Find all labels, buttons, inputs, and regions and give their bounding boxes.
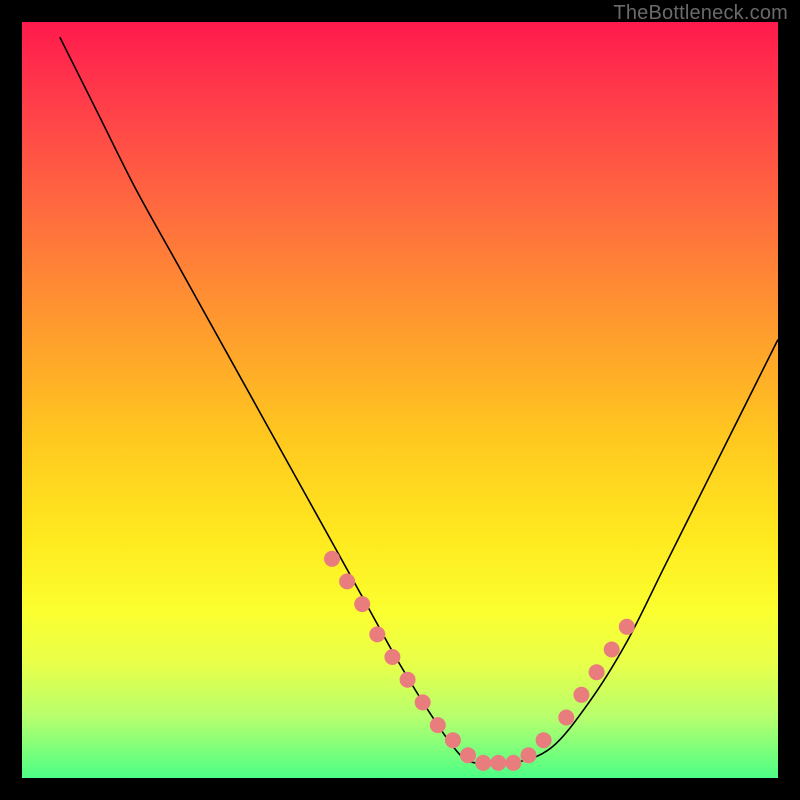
highlight-dot (505, 755, 521, 771)
highlight-dot (558, 710, 574, 726)
highlight-dot (324, 551, 340, 567)
highlight-dot (400, 672, 416, 688)
highlight-dot (430, 717, 446, 733)
highlight-dot (415, 694, 431, 710)
highlight-dot (604, 642, 620, 658)
highlight-dot (589, 664, 605, 680)
highlight-dot (339, 573, 355, 589)
highlight-dot (354, 596, 370, 612)
highlight-dot (573, 687, 589, 703)
highlight-dot (619, 619, 635, 635)
highlight-markers (324, 551, 635, 771)
chart-plot-area (22, 22, 778, 778)
bottleneck-curve-path (60, 37, 778, 764)
highlight-dot (490, 755, 506, 771)
highlight-dot (521, 747, 537, 763)
highlight-dot (475, 755, 491, 771)
highlight-dot (536, 732, 552, 748)
highlight-dot (369, 626, 385, 642)
highlight-dot (460, 747, 476, 763)
highlight-dot (445, 732, 461, 748)
highlight-dot (384, 649, 400, 665)
chart-svg (22, 22, 778, 778)
